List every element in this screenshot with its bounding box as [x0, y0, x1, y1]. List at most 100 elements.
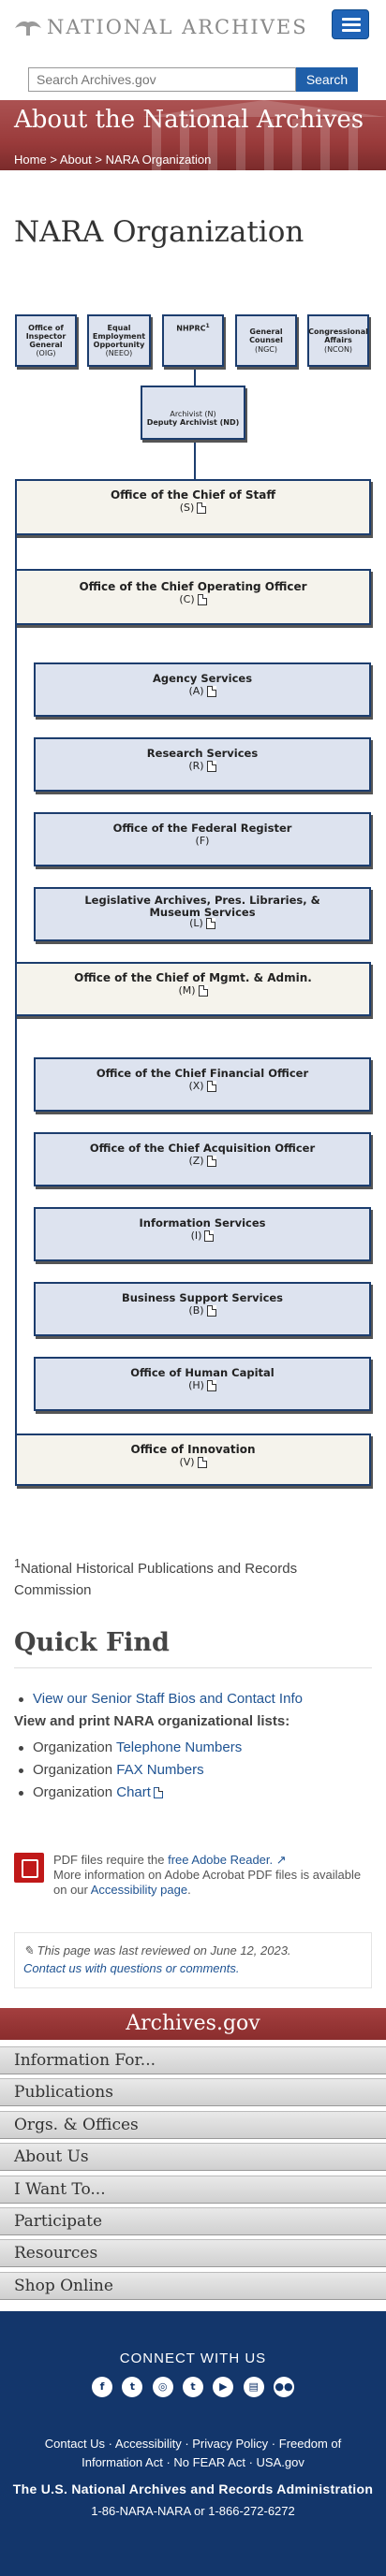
pdf-icon [206, 1305, 216, 1317]
pdf-icon [197, 502, 207, 514]
footer-link[interactable]: USA.gov [257, 2455, 304, 2469]
search-input[interactable] [28, 67, 296, 92]
footer-nav-item[interactable]: Information For... [0, 2046, 386, 2074]
org-box-cao[interactable]: Office of the Chief Acquisition Officer(… [34, 1132, 371, 1186]
external-link-icon: ↗ [275, 1853, 287, 1867]
breadcrumb-separator: > [50, 153, 57, 167]
edit-icon: ✎ [23, 1943, 34, 1957]
org-box-business-support[interactable]: Business Support Services (B) [34, 1282, 371, 1336]
breadcrumb-separator: > [95, 153, 103, 167]
fax-numbers-link[interactable]: FAX Numbers [116, 1762, 203, 1778]
site-logo[interactable]: NATIONAL ARCHIVES [13, 11, 308, 43]
breadcrumb: Home > About > NARA Organization [14, 153, 211, 167]
last-reviewed-box: ✎ This page was last reviewed on June 12… [14, 1932, 372, 1988]
list-item: Organization FAX Numbers [14, 1759, 372, 1782]
org-box-nhprc[interactable]: NHPRC1 [162, 314, 224, 367]
contact-us-link[interactable]: Contact us with questions or comments. [23, 1961, 240, 1975]
footer-links: Contact Us · Accessibility · Privacy Pol… [44, 2437, 342, 2469]
footer-nav-item[interactable]: Shop Online [0, 2271, 386, 2300]
eagle-logo-icon [15, 21, 41, 36]
pdf-icon [206, 1081, 216, 1092]
pdf-icon [204, 1230, 215, 1242]
youtube-icon[interactable]: ▶ [213, 2377, 234, 2397]
footer-nav-item[interactable]: I Want To... [0, 2175, 386, 2204]
phone-number: 1-86-NARA-NARA or 1-866-272-6272 [91, 2504, 295, 2518]
org-chart: Office of Inspector General (OIG) Equal … [0, 309, 386, 1492]
footer-link[interactable]: Accessibility [115, 2437, 182, 2451]
social-links: f t ◎ t ▶ ▤ ●● [92, 2377, 294, 2397]
org-box-archivist[interactable]: Archivist (N) Deputy Archivist (ND) [141, 386, 245, 440]
quick-find-title: Quick Find [14, 1628, 170, 1657]
blog-icon[interactable]: ▤ [243, 2377, 264, 2397]
org-box-neeo[interactable]: Equal Employment Opportunity (NEEO) [87, 314, 151, 367]
org-chart-link[interactable]: Chart [116, 1784, 163, 1800]
page-title: NARA Organization [14, 215, 304, 249]
org-box-coo[interactable]: Office of the Chief Operating Officer (C) [15, 569, 371, 625]
telephone-numbers-link[interactable]: Telephone Numbers [116, 1739, 242, 1755]
footer-nav-item[interactable]: Resources [0, 2239, 386, 2268]
chart-connector [194, 367, 196, 386]
search-button[interactable]: Search [296, 67, 358, 92]
instagram-icon[interactable]: ◎ [152, 2377, 173, 2397]
accessibility-page-link[interactable]: Accessibility page [91, 1883, 187, 1897]
adobe-pdf-icon [14, 1853, 44, 1883]
org-box-legislative-archives[interactable]: Legislative Archives, Pres. Libraries, &… [34, 887, 371, 941]
list-item: Organization Chart [14, 1782, 372, 1804]
org-box-chief-of-staff[interactable]: Office of the Chief of Staff (S) [15, 479, 371, 535]
footer-nav-item[interactable]: About Us [0, 2143, 386, 2172]
org-box-human-capital[interactable]: Office of Human Capital (H) [34, 1357, 371, 1411]
quick-find-section: View our Senior Staff Bios and Contact I… [14, 1688, 372, 1804]
breadcrumb-home[interactable]: Home [14, 153, 47, 167]
divider [14, 1667, 372, 1668]
org-box-information-services[interactable]: Information Services (I) [34, 1207, 371, 1261]
org-box-ncon[interactable]: Congressional Affairs (NCON) [307, 314, 369, 367]
org-box-mgmt-admin[interactable]: Office of the Chief of Mgmt. & Admin. (M) [15, 962, 371, 1016]
breadcrumb-about[interactable]: About [60, 153, 92, 167]
pdf-icon [206, 761, 216, 772]
footer-link[interactable]: Contact Us [45, 2437, 105, 2451]
tumblr-icon[interactable]: t [182, 2377, 203, 2397]
pdf-icon [206, 686, 216, 697]
senior-staff-link[interactable]: View our Senior Staff Bios and Contact I… [33, 1691, 303, 1707]
org-box-oig[interactable]: Office of Inspector General (OIG) [15, 314, 77, 367]
site-header: NATIONAL ARCHIVES [0, 0, 386, 60]
footer-nav-item[interactable]: Orgs. & Offices [0, 2110, 386, 2139]
logo-text: NATIONAL ARCHIVES [47, 16, 308, 38]
footer-link[interactable]: Privacy Policy [192, 2437, 268, 2451]
adobe-reader-link[interactable]: free Adobe Reader. [168, 1853, 273, 1867]
hero-banner: About the National Archives Home > About… [0, 100, 386, 170]
org-box-agency-services[interactable]: Agency Services (A) [34, 662, 371, 717]
pdf-icon [153, 1787, 163, 1799]
org-box-ngc[interactable]: General Counsel (NGC) [235, 314, 297, 367]
footer-nav-item[interactable]: Publications [0, 2078, 386, 2107]
pdf-icon [206, 1380, 216, 1391]
list-item: View our Senior Staff Bios and Contact I… [14, 1688, 372, 1710]
footer-nav-item[interactable]: Participate [0, 2206, 386, 2235]
hamburger-icon [342, 18, 361, 21]
archives-gov-bar[interactable]: Archives.gov [0, 2008, 386, 2040]
org-box-innovation[interactable]: Office of Innovation (V) [15, 1434, 371, 1486]
list-item: Organization Telephone Numbers [14, 1737, 372, 1759]
footnote: 1National Historical Publications and Re… [14, 1557, 298, 1598]
pdf-icon [206, 1156, 216, 1167]
twitter-icon[interactable]: t [122, 2377, 143, 2397]
chart-connector [194, 440, 196, 479]
search-bar: Search [28, 67, 358, 92]
pdf-icon [197, 594, 207, 605]
site-footer: CONNECT WITH US f t ◎ t ▶ ▤ ●● Contact U… [0, 2311, 386, 2576]
org-box-research-services[interactable]: Research Services (R) [34, 737, 371, 792]
quick-find-subhead: View and print NARA organizational lists… [14, 1713, 290, 1729]
footer-nav: Information For... Publications Orgs. & … [0, 2046, 386, 2304]
hero-title: About the National Archives [14, 106, 364, 134]
org-box-federal-register[interactable]: Office of the Federal Register (F) [34, 812, 371, 866]
agency-name: The U.S. National Archives and Records A… [12, 2481, 374, 2496]
flickr-icon[interactable]: ●● [273, 2377, 294, 2397]
menu-button[interactable] [332, 9, 369, 39]
org-box-cfo[interactable]: Office of the Chief Financial Officer (X) [34, 1057, 371, 1112]
pdf-note: PDF files require the free Adobe Reader.… [14, 1853, 375, 1898]
pdf-icon [198, 985, 208, 997]
pdf-icon [197, 1457, 207, 1468]
pdf-icon [205, 918, 215, 930]
facebook-icon[interactable]: f [92, 2377, 112, 2397]
footer-link[interactable]: No FEAR Act [173, 2455, 245, 2469]
